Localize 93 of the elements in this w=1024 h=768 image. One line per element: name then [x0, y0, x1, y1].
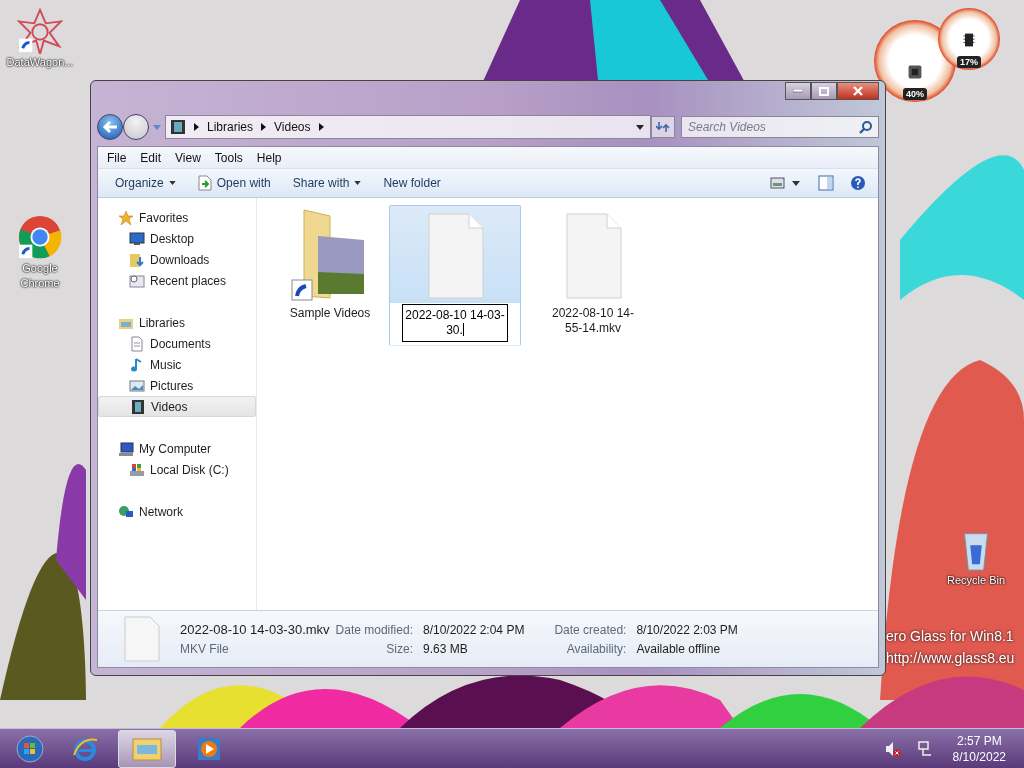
chevron-icon[interactable] [261, 123, 267, 131]
minimize-icon [793, 89, 803, 93]
item-name: 2022-08-10 14-55-14.mkv [550, 306, 636, 336]
menu-item[interactable]: Tools [208, 148, 249, 167]
nav-item[interactable]: Desktop [98, 228, 256, 249]
property-value: Available offline [636, 641, 722, 656]
start-orb-icon [16, 734, 44, 763]
refresh-arrows-icon [656, 120, 670, 134]
taskbar-app-button[interactable] [118, 729, 176, 768]
nav-item[interactable]: Network [98, 501, 256, 522]
property-value: 9.63 MB [422, 641, 469, 656]
film-strip-icon [170, 119, 186, 135]
menu-item[interactable]: View [169, 148, 207, 167]
address-bar[interactable]: Libraries Videos [165, 115, 651, 139]
breadcrumb[interactable]: Videos [274, 120, 311, 134]
open-with-icon [197, 175, 212, 191]
nav-item[interactable]: Favorites [98, 207, 256, 228]
downloads-icon [129, 251, 145, 268]
desktop-icon-label[interactable]: DataWagon... [4, 54, 76, 71]
search-field[interactable]: Search Videos [681, 116, 879, 138]
toolbar-button[interactable]: Organize [106, 173, 185, 193]
chevron-icon[interactable] [194, 123, 199, 131]
clock[interactable]: 2:57 PM 8/10/2022 [942, 732, 1016, 765]
forward-button[interactable] [123, 114, 149, 140]
back-button[interactable] [97, 114, 123, 140]
browser-icon[interactable] [17, 214, 63, 260]
chevron-icon[interactable] [318, 123, 324, 131]
disk-icon [129, 461, 145, 478]
item-tile[interactable]: 2022-08-10 14-03-30. [389, 205, 521, 346]
menu-item[interactable]: Edit [134, 148, 168, 167]
item-tile[interactable]: Sample Videos [277, 205, 383, 325]
property-label: Date modified: [335, 622, 413, 637]
back-arrow-icon [102, 120, 118, 134]
desktop-icon-label[interactable]: Google Chrome [4, 260, 76, 292]
breadcrumb[interactable]: Libraries [207, 120, 254, 134]
nav-item[interactable]: Downloads [98, 249, 256, 270]
overlay-text: ero Glass for Win8.1 [886, 628, 1015, 644]
maximize-button[interactable] [811, 82, 837, 100]
desktop-icon [129, 230, 145, 247]
gauge-reading: 17% [957, 56, 981, 68]
documents-icon [129, 335, 145, 352]
nav-item[interactable]: Documents [98, 333, 256, 354]
recent-icon [129, 272, 145, 289]
network-icon[interactable] [916, 740, 933, 757]
computer-icon [118, 440, 134, 457]
menu-item[interactable]: File [101, 148, 133, 167]
memory-chip-icon [961, 32, 977, 48]
desktop-icon-label[interactable]: Recycle Bin [940, 572, 1012, 589]
nav-item[interactable]: Videos [98, 396, 256, 417]
blank-file-icon [122, 615, 162, 663]
menu-item[interactable]: Help [250, 148, 288, 167]
nav-item[interactable]: Pictures [98, 375, 256, 396]
nav-item[interactable]: My Computer [98, 438, 256, 459]
property-value: 8/10/2022 2:03 PM [636, 622, 738, 637]
toolbar-button[interactable]: Share with [283, 173, 371, 193]
play-icon [197, 736, 221, 761]
refresh-button[interactable] [651, 116, 675, 138]
selected-item-name: 2022-08-10 14-03-30.mkv [180, 622, 330, 637]
network-icon [118, 503, 134, 520]
star-pattern-icon[interactable] [17, 8, 63, 54]
help-icon [850, 175, 866, 191]
processor-icon [907, 64, 923, 80]
property-label: Size: [385, 641, 413, 656]
videos-icon [130, 398, 146, 415]
rename-field[interactable]: 2022-08-10 14-03-30. [402, 304, 508, 342]
star-icon [118, 209, 134, 226]
pictures-icon [129, 377, 145, 394]
item-name: Sample Videos [288, 306, 372, 321]
muted-speaker-icon[interactable] [884, 740, 901, 757]
nav-item[interactable]: Local Disk (C:) [98, 459, 256, 480]
close-icon [852, 86, 864, 96]
caret-icon [354, 181, 362, 185]
item-type: MKV File [180, 642, 230, 656]
minimize-button[interactable] [785, 82, 811, 100]
nav-item[interactable]: Recent places [98, 270, 256, 291]
toolbar-button[interactable]: Open with [188, 172, 280, 194]
nav-item[interactable]: Libraries [98, 312, 256, 333]
view-icon [770, 176, 802, 190]
nav-item[interactable]: Music [98, 354, 256, 375]
search-icon[interactable] [859, 120, 873, 134]
property-value: 8/10/2022 2:04 PM [422, 622, 525, 637]
property-label: Date created: [554, 622, 627, 637]
maximize-icon [819, 86, 829, 96]
property-label: Availability: [565, 641, 627, 656]
toolbar-button[interactable]: New folder [374, 173, 450, 193]
dropdown-caret-icon[interactable] [636, 124, 644, 130]
folder-icon [132, 735, 162, 762]
item-tile[interactable]: 2022-08-10 14-55-14.mkv [527, 205, 659, 340]
overlay-text: http://www.glass8.eu [886, 650, 1015, 666]
pane-icon [818, 175, 834, 191]
caret-icon [168, 181, 176, 185]
close-button[interactable] [837, 82, 879, 100]
gauge-reading: 40% [903, 88, 927, 100]
